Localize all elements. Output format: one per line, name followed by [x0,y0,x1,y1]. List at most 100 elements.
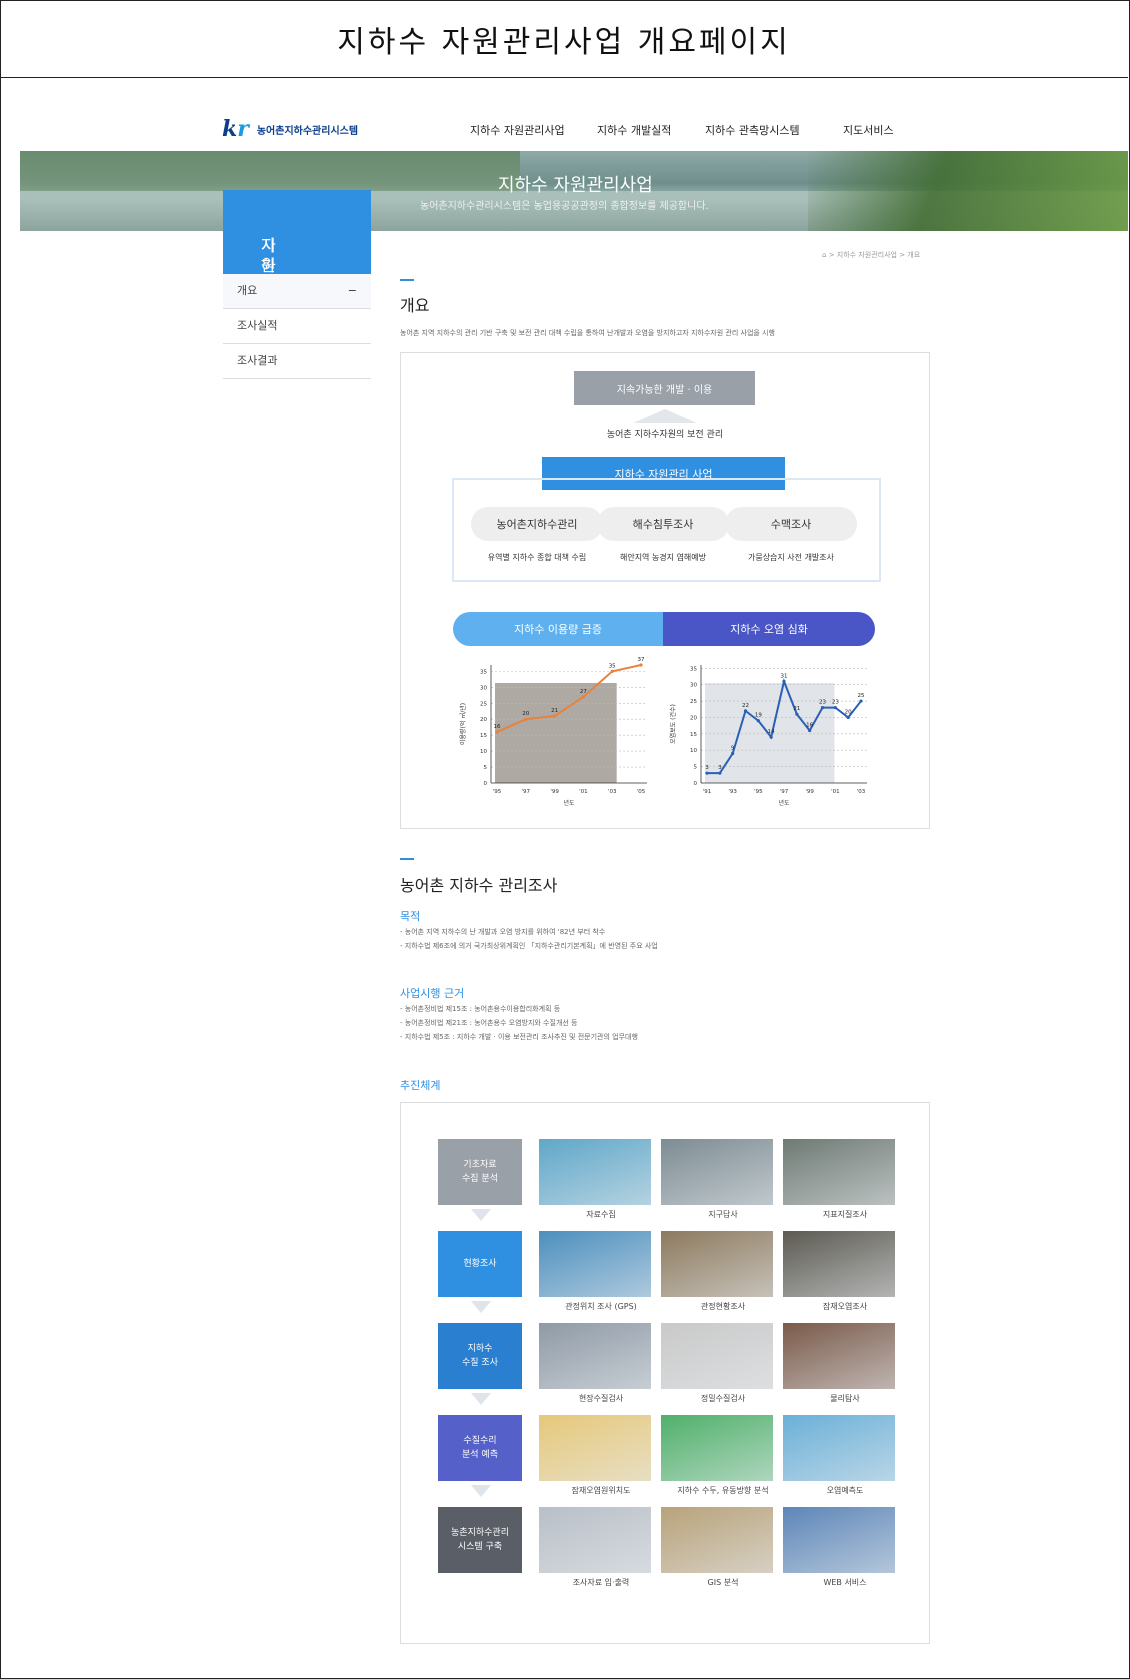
y-tick-label: 25 [690,699,697,705]
data-point [769,735,773,739]
x-tick-label: '95 [754,789,763,795]
y-tick-label: 0 [484,781,488,787]
pipeline-photo-caption: 관정위치 조사 (GPS) [565,1302,637,1311]
pill-rural-groundwater: 농어촌지하수관리 [471,507,603,541]
sidebar-item-label: 조사실적 [237,319,278,332]
page-title: 지하수 자원관리사업 개요페이지 [337,24,791,60]
pipeline-photo [539,1139,651,1205]
pipeline-photo-caption: 정밀수질검사 [700,1394,746,1403]
breadcrumb-text: > 지하수 자원관리사업 > 개요 [828,251,921,259]
down-arrow-icon [471,1485,491,1497]
pipeline-photo-caption: 잠재오염원위치도 [571,1486,631,1495]
data-label: 25 [858,693,865,699]
y-tick-label: 10 [480,749,487,755]
y-tick-label: 25 [480,701,487,707]
data-label: 19 [755,713,762,719]
pipeline-photo [661,1507,773,1573]
logo-text: 농어촌지하수관리시스템 [256,125,359,137]
pipeline-photo [539,1507,651,1573]
down-arrow-icon [471,1301,491,1313]
data-point [610,669,614,673]
pipeline-photo [539,1415,651,1481]
data-label: 16 [806,723,813,729]
pipeline-photo-caption: 잠재오염조사 [822,1302,868,1311]
sidebar-item-overview[interactable]: 개요 − [223,274,371,309]
nav-item-monitoring[interactable]: 지하수 관측망시스템 [705,122,800,138]
goal-box: 지속가능한 개발 · 이용 [574,371,755,405]
x-axis-label: 년도 [778,799,790,807]
data-point [782,679,786,683]
pill-caption-2: 해안지역 농경지 염해예방 [619,553,707,562]
data-point [820,706,825,710]
y-axis-label: 이용량(억 ㎥/년) [459,703,467,745]
data-label: 37 [638,657,645,663]
y-tick-label: 35 [690,666,697,672]
x-tick-label: '01 [579,789,588,795]
y-tick-label: 5 [484,765,488,771]
purpose-line-1: - 농어촌 지역 지하수의 난 개발과 오염 방지를 위하여 '82년 부터 착… [400,928,606,936]
y-tick-label: 15 [480,733,487,739]
chart-background-photo [495,683,617,783]
pipeline-step: 현황조사 [438,1231,522,1297]
pipeline-photo [783,1231,895,1297]
data-label: 21 [551,708,558,714]
data-label: 35 [609,663,616,669]
nav-item-development[interactable]: 지하수 개발실적 [597,122,671,138]
pipeline-photo-caption: 관정현황조사 [700,1302,746,1311]
home-icon[interactable]: ⌂ [822,251,826,259]
data-point [553,714,557,718]
sidebar-item-label: 개요 [237,284,258,297]
x-tick-label: '95 [493,789,502,795]
pollution-banner: 지하수 오염 심화 [663,612,875,646]
y-tick-label: 0 [694,781,698,787]
pipeline-photo [661,1415,773,1481]
sidebar-item-survey-results[interactable]: 조사결과 [223,344,371,379]
overview-diagram: 지속가능한 개발 · 이용 농어촌 지하수자원의 보전 관리 지하수 자원관리 … [400,352,930,829]
data-label: 3 [705,765,709,771]
pipeline-photo [783,1415,895,1481]
pill-seawater-intrusion: 해수침투조사 [597,507,729,541]
data-label: 20 [522,711,529,717]
data-point [581,695,585,699]
usage-increase-banner: 지하수 이용량 급증 [453,612,663,646]
basis-line-3: - 지하수법 제5조 : 지하수 개발 · 이용 보전관리 조사추진 및 전문기… [400,1033,638,1041]
site-logo[interactable]: kr 농어촌지하수관리시스템 [222,116,358,142]
data-label: 9 [731,746,735,752]
pipeline-photo-caption: 물리탐사 [830,1394,860,1403]
data-point [756,719,760,723]
y-axis-label: 오염보도 (건수) [669,704,677,744]
nav-item-map[interactable]: 지도서비스 [843,122,894,138]
overview-description: 농어촌 지역 지하수의 관리 기반 구축 및 보전 관리 대책 수립을 통하여 … [400,329,775,337]
sidebar-item-survey-records[interactable]: 조사실적 [223,309,371,344]
logo-mark: kr [222,116,249,142]
pipeline-photo-caption: 조사자료 입·출력 [572,1578,630,1587]
pipeline-photo-caption: 지하수 수두, 유동방향 분석 [677,1486,769,1495]
pill-caption-1: 유역별 지하수 종합 대책 수립 [487,553,587,562]
nav-item-resource-mgmt[interactable]: 지하수 자원관리사업 [470,122,565,138]
data-point [731,751,735,756]
pipeline-step: 농촌지하수관리 시스템 구축 [438,1507,522,1573]
pill-caption-3: 가뭄상습지 사전 개발조사 [747,553,835,562]
data-point [833,706,837,710]
pipeline-photo [783,1323,895,1389]
pipeline-step: 수질수리 분석 예측 [438,1415,522,1481]
data-point [808,728,812,733]
data-point [495,730,499,734]
data-point [524,717,528,721]
data-point [639,663,643,667]
data-label: 16 [494,724,501,730]
section-accent [400,279,414,281]
data-point [705,771,709,775]
pipeline-photo-caption: 지구답사 [708,1210,738,1219]
system-title: 추진체계 [400,1079,441,1092]
overview-heading: 개요 [400,296,430,315]
x-tick-label: '05 [637,789,646,795]
survey-heading: 농어촌 지하수 관리조사 [400,876,558,895]
up-arrow-icon [633,409,697,423]
y-tick-label: 35 [480,669,487,675]
x-tick-label: '03 [857,789,866,795]
x-tick-label: '91 [703,789,712,795]
data-point [795,712,799,716]
x-tick-label: '01 [831,789,840,795]
pipeline-photo [661,1139,773,1205]
